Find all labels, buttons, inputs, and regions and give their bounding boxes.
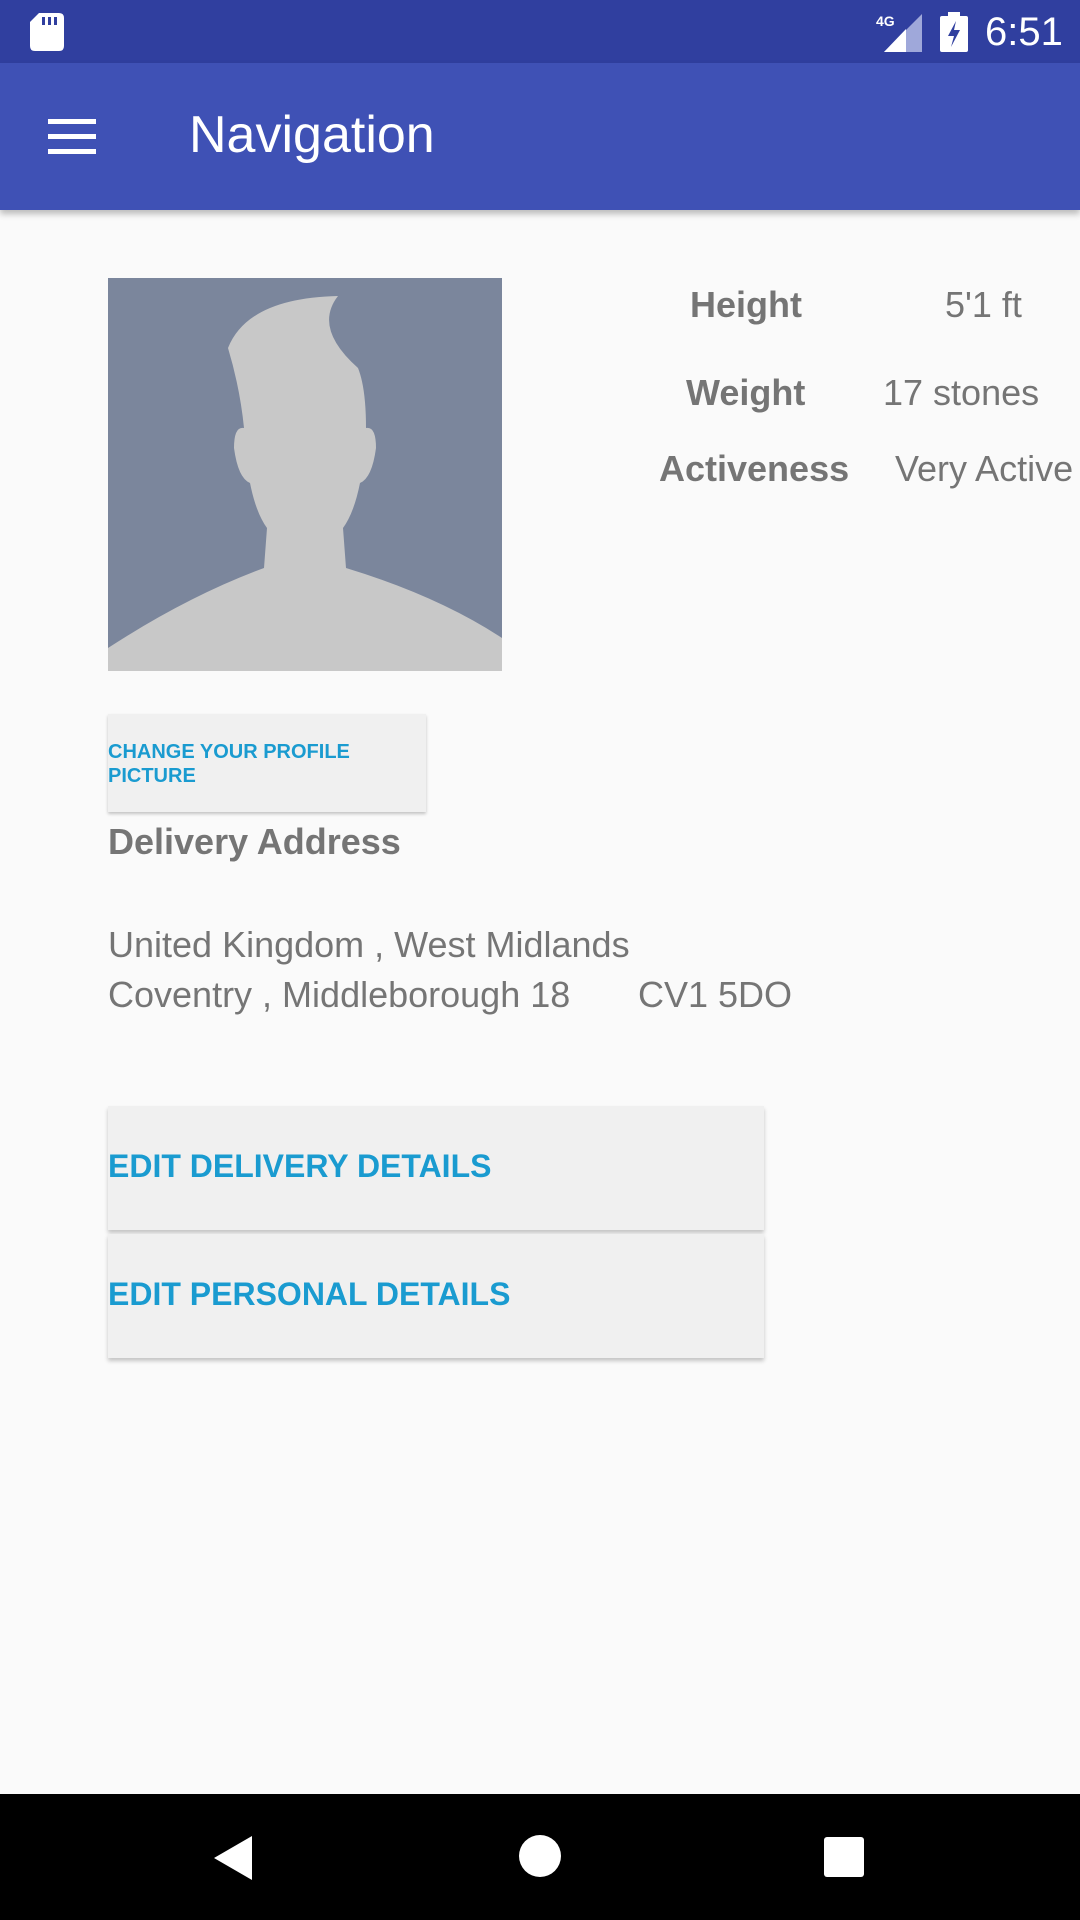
avatar-placeholder-icon [108, 296, 502, 671]
activeness-value: Very Active [895, 448, 1074, 489]
status-bar: 4G 6:51 [0, 0, 1080, 63]
recents-icon[interactable] [823, 1836, 865, 1878]
edit-personal-details-label: EDIT PERSONAL DETAILS [108, 1276, 511, 1312]
delivery-address-heading: Delivery Address [108, 821, 401, 862]
change-profile-picture-label: CHANGE YOUR PROFILE PICTURE [108, 741, 350, 787]
weight-value: 17 stones [883, 372, 1040, 413]
change-profile-picture-button[interactable]: CHANGE YOUR PROFILE PICTURE [108, 714, 426, 812]
height-label: Height [690, 284, 802, 325]
profile-picture [108, 278, 502, 671]
edit-delivery-details-label: EDIT DELIVERY DETAILS [108, 1148, 492, 1184]
battery-charging-icon [940, 12, 968, 52]
page-title: Navigation [189, 106, 435, 164]
address-line-1: United Kingdom , West Midlands [108, 924, 630, 965]
back-icon[interactable] [212, 1834, 256, 1882]
status-time: 6:51 [985, 10, 1063, 54]
menu-button[interactable] [44, 109, 100, 165]
signal-icon: 4G [876, 13, 922, 52]
home-icon[interactable] [518, 1834, 562, 1878]
address-line-2: Coventry , Middleborough 18 [108, 974, 571, 1015]
activeness-label: Activeness [659, 448, 850, 489]
address-postcode: CV1 5DO [638, 974, 793, 1015]
sd-card-icon [30, 13, 64, 51]
system-navigation-bar [0, 1794, 1080, 1920]
weight-label: Weight [686, 372, 806, 413]
edit-delivery-details-button[interactable]: EDIT DELIVERY DETAILS [108, 1106, 764, 1230]
height-value: 5'1 ft [945, 284, 1022, 325]
network-type-label: 4G [876, 13, 895, 29]
app-bar: Navigation [0, 63, 1080, 210]
edit-personal-details-button[interactable]: EDIT PERSONAL DETAILS [108, 1234, 764, 1358]
